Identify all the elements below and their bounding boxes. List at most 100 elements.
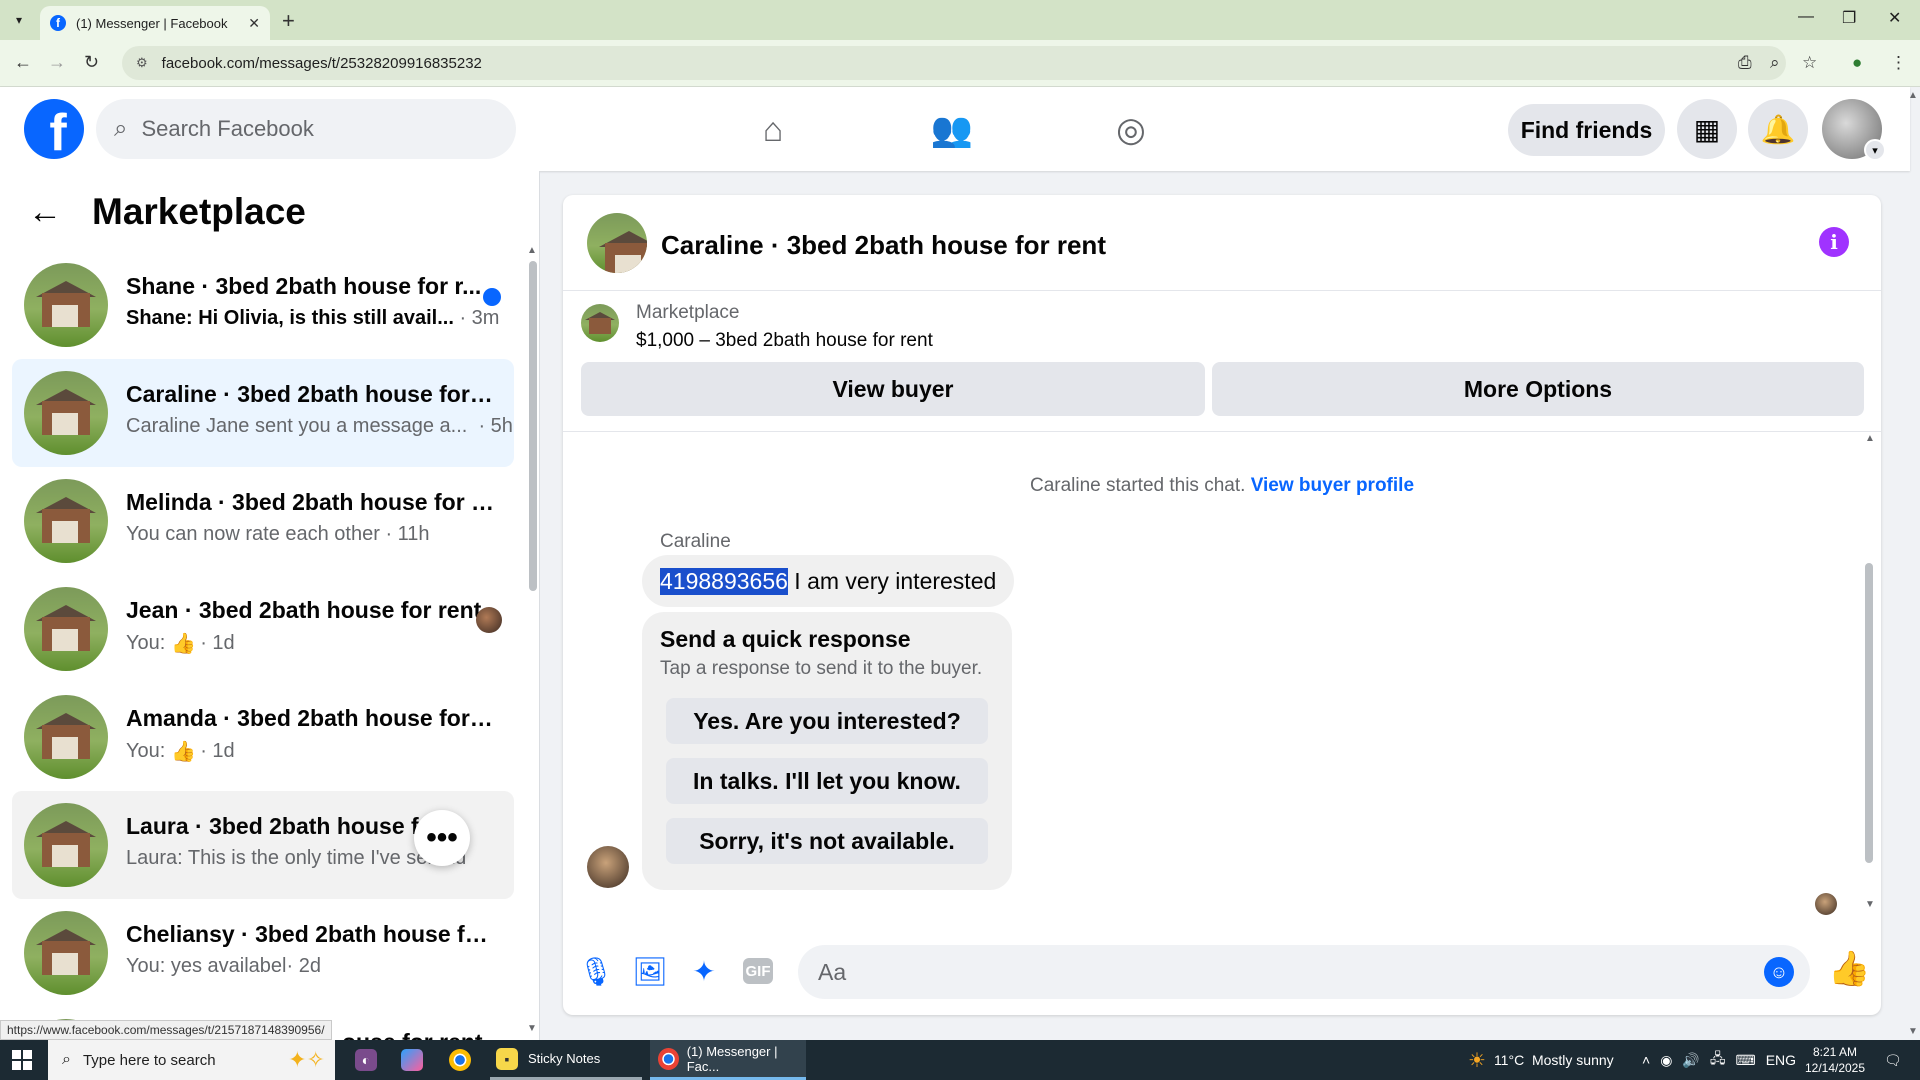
quick-response-not-available-button[interactable]: Sorry, it's not available. (666, 818, 988, 864)
listing-thumbnail[interactable] (587, 213, 647, 273)
reload-icon[interactable]: ↻ (84, 52, 99, 73)
more-options-dots-icon[interactable]: ••• (414, 810, 470, 866)
listing-thumbnail (24, 803, 108, 887)
page-scroll-up-icon[interactable]: ▲ (1908, 90, 1918, 101)
minimize-icon[interactable]: — (1798, 8, 1814, 26)
conversation-preview: Laura: This is the only time I've sen 2d (126, 847, 466, 870)
info-icon[interactable]: i (1819, 227, 1849, 257)
message-input-placeholder: Aa (818, 958, 847, 985)
listing-thumbnail (24, 371, 108, 455)
scroll-up-icon[interactable]: ▲ (1865, 433, 1875, 444)
conversation-item[interactable]: Jean · 3bed 2bath house for rent You: 👍 · … (12, 575, 514, 683)
volume-icon[interactable]: 🔊 (1682, 1052, 1699, 1069)
profile-icon[interactable]: ● (1852, 53, 1862, 73)
gif-icon[interactable]: GIF (743, 958, 773, 984)
taskbar-messenger-chrome[interactable]: (1) Messenger | Fac... (650, 1040, 806, 1080)
taskbar-clock[interactable]: 8:21 AM 12/14/2025 (1800, 1044, 1870, 1076)
copilot-icon[interactable] (392, 1040, 432, 1080)
weather-widget[interactable]: ☀ 11°C Mostly sunny (1468, 1040, 1614, 1080)
conversation-item[interactable]: Melinda · 3bed 2bath house for r... You … (12, 467, 514, 575)
tab-list-chevron-icon[interactable]: ▾ (8, 9, 30, 31)
sticker-icon[interactable]: ✦ (684, 951, 724, 991)
scroll-down-icon[interactable]: ▼ (1865, 899, 1875, 910)
preview-time: · 1d (200, 740, 235, 762)
view-buyer-profile-link[interactable]: View buyer profile (1251, 475, 1414, 496)
marketplace-label: Marketplace (636, 302, 740, 323)
quick-response-yes-button[interactable]: Yes. Are you interested? (666, 698, 988, 744)
sender-avatar[interactable] (587, 846, 629, 888)
chevron-up-icon[interactable]: ˄ (1642, 1052, 1650, 1068)
taskbar-sticky-notes[interactable]: ▪ Sticky Notes (490, 1040, 642, 1080)
scroll-up-icon[interactable]: ▲ (527, 245, 537, 256)
menu-grid-icon[interactable]: ▦ (1677, 99, 1737, 159)
selected-phone-number[interactable]: 4198893656 (660, 567, 788, 595)
close-window-icon[interactable]: ✕ (1888, 8, 1901, 28)
thread-scrollbar[interactable] (1865, 563, 1873, 863)
keyboard-icon[interactable]: ⌨ (1735, 1052, 1755, 1069)
restore-icon[interactable]: ❐ (1842, 8, 1856, 28)
quick-response-subtitle: Tap a response to send it to the buyer. (660, 658, 983, 679)
tab-close-icon[interactable]: ✕ (248, 15, 260, 32)
notifications-bell-icon[interactable]: 🔔 (1748, 99, 1808, 159)
chrome-icon[interactable] (440, 1040, 480, 1080)
thumbs-up-send-icon[interactable]: 👍 (1828, 949, 1870, 989)
search-icon: ⌕ (114, 115, 128, 142)
language-indicator[interactable]: ENG (1766, 1052, 1796, 1068)
home-icon[interactable]: ⌂ (748, 105, 798, 155)
conversation-item[interactable]: Cheliansy · 3bed 2bath house for... You:… (12, 899, 514, 1007)
listing-thumbnail (24, 911, 108, 995)
conversation-preview: Shane: Hi Olivia, is this still avail...… (126, 307, 499, 330)
back-arrow-icon[interactable]: ← (14, 52, 32, 73)
task-view-icon[interactable]: ◐ (346, 1040, 386, 1080)
conversation-item[interactable]: Amanda · 3bed 2bath house for r... You: 👍… (12, 683, 514, 791)
photo-attach-icon[interactable]: 🖼 (630, 951, 670, 991)
friends-icon[interactable]: 👥 (927, 105, 977, 155)
url-field[interactable]: ⚙ facebook.com/messages/t/25328209916835… (122, 46, 1786, 80)
url-text: facebook.com/messages/t/2532820991683523… (161, 54, 482, 72)
back-arrow-icon[interactable]: ← (28, 193, 62, 232)
conversation-name: Caraline · 3bed 2bath house for r... (126, 381, 496, 407)
emoji-icon[interactable]: ☺ (1764, 957, 1794, 987)
facebook-header: f ⌕ Search Facebook ⌂ 👥 ◎ Find friends ▦… (0, 87, 1910, 171)
conversation-item[interactable]: Shane · 3bed 2bath house for r... Shane:… (12, 251, 514, 359)
message-input[interactable]: Aa ☺ (798, 945, 1810, 999)
forward-arrow-icon[interactable]: → (48, 52, 66, 73)
chevron-down-icon[interactable]: ▾ (1864, 139, 1886, 161)
browser-tab-messenger[interactable]: f (1) Messenger | Facebook ✕ (40, 6, 270, 40)
find-friends-button[interactable]: Find friends (1508, 104, 1665, 156)
more-options-button[interactable]: More Options (1212, 362, 1864, 416)
browser-menu-icon[interactable]: ⋮ (1890, 53, 1907, 73)
network-icon[interactable]: 🖧 (1710, 1048, 1726, 1072)
microphone-icon[interactable]: 🎙 (576, 951, 616, 991)
facebook-search-input[interactable]: ⌕ Search Facebook (96, 99, 516, 159)
conversation-preview: You can now rate each other · 11h (126, 523, 430, 546)
facebook-logo-icon[interactable]: f (24, 99, 84, 159)
bookmark-star-icon[interactable]: ☆ (1802, 53, 1817, 73)
panel-scrollbar[interactable] (529, 261, 537, 591)
quick-response-in-talks-button[interactable]: In talks. I'll let you know. (666, 758, 988, 804)
taskbar-search-input[interactable]: ⌕ Type here to search ✦✧ (48, 1040, 335, 1080)
new-tab-icon[interactable]: + (282, 8, 295, 34)
windows-start-icon[interactable] (12, 1050, 32, 1070)
notification-center-icon[interactable]: 🗨 (1884, 1040, 1902, 1080)
listing-price-title: $1,000 – 3bed 2bath house for rent (636, 330, 933, 351)
conversation-item-active[interactable]: Caraline · 3bed 2bath house for r... Car… (12, 359, 514, 467)
taskbar-app-label: (1) Messenger | Fac... (686, 1043, 778, 1074)
install-app-icon[interactable]: ⎙ (1738, 53, 1752, 73)
conversation-name: Laura · 3bed 2bath house for rent (126, 813, 446, 839)
groups-icon[interactable]: ◎ (1106, 105, 1156, 155)
page-scroll-down-icon[interactable]: ▼ (1908, 1026, 1918, 1037)
message-bubble[interactable]: 4198893656 I am very interested (642, 555, 1015, 607)
quick-response-title: Send a quick response (660, 626, 911, 652)
zoom-icon[interactable]: ⌕ (1770, 53, 1780, 73)
app-icon: ◐ (355, 1049, 377, 1071)
scroll-down-icon[interactable]: ▼ (527, 1023, 537, 1034)
conversation-preview: You: yes availabel · 2d (126, 955, 321, 978)
address-bar-row: ← → ↻ ⚙ facebook.com/messages/t/25328209… (0, 40, 1920, 87)
webcam-icon[interactable]: ◉ (1660, 1052, 1672, 1069)
site-info-icon[interactable]: ⚙ (136, 55, 148, 71)
view-buyer-button[interactable]: View buyer (581, 362, 1205, 416)
account-avatar[interactable]: ▾ (1822, 99, 1886, 161)
app-icon (449, 1049, 471, 1071)
chat-title[interactable]: Caraline · 3bed 2bath house for rent (661, 230, 1106, 261)
